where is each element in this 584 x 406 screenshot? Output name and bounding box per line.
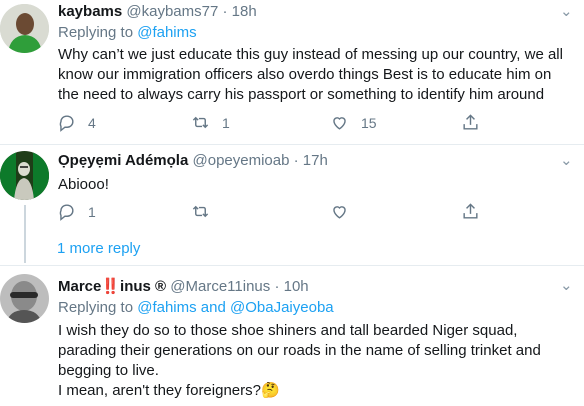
- heart-icon: [333, 117, 346, 130]
- like-count: 15: [361, 114, 377, 131]
- tweet-header: kaybams @kaybams77 · 18h: [58, 3, 257, 20]
- retweet-icon: [192, 116, 209, 129]
- timestamp[interactable]: 10h: [284, 278, 309, 295]
- chevron-down-icon[interactable]: ⌄: [560, 151, 573, 169]
- reply-count: 4: [88, 114, 96, 131]
- tweet-header: Marce‼️inus ® @Marce11inus · 10h: [58, 277, 309, 295]
- tweet-line: Why can’t we just educate this guy inste…: [58, 46, 563, 63]
- mention-link[interactable]: @ObaJaiyeoba: [230, 299, 334, 316]
- avatar[interactable]: [0, 274, 49, 323]
- handle[interactable]: @Marce11inus: [170, 278, 270, 295]
- reply-button[interactable]: 4: [57, 113, 96, 132]
- tweet-line: I wish they do so to those shoe shiners …: [58, 322, 518, 339]
- replying-prefix: Replying to: [58, 24, 138, 41]
- tweet-header: Ọpẹyẹmi Adémọla @opeyemioab · 17h: [58, 152, 328, 169]
- tweet-actions: 4 1 15: [57, 113, 480, 133]
- share-icon: [463, 114, 478, 130]
- tweet-text: Why can’t we just educate this guy inste…: [58, 45, 578, 105]
- handle[interactable]: @kaybams77: [126, 3, 218, 20]
- chevron-down-icon[interactable]: ⌄: [560, 276, 573, 294]
- retweet-button[interactable]: [191, 202, 210, 221]
- replying-to: Replying to @fahims: [58, 24, 197, 41]
- reply-icon: [59, 115, 74, 132]
- tweet-actions: 1: [57, 202, 480, 222]
- tweet-line: Abiooo!: [58, 176, 109, 193]
- tweet-line: parading their generations on our roads …: [58, 342, 541, 359]
- reply-count: 1: [88, 203, 96, 220]
- display-name[interactable]: kaybams: [58, 3, 122, 20]
- more-replies-link[interactable]: 1 more reply: [57, 240, 140, 257]
- tweet-text: Abiooo!: [58, 175, 109, 195]
- reply-icon: [59, 204, 74, 221]
- double-exclamation-emoji: ‼️: [101, 278, 121, 295]
- tweet-kaybams[interactable]: kaybams @kaybams77 · 18h ⌄ Replying to @…: [0, 0, 584, 144]
- tweet-opeyemi[interactable]: Ọpẹyẹmi Adémọla @opeyemioab · 17h ⌄ Abio…: [0, 145, 584, 265]
- thread-line: [24, 205, 26, 263]
- like-button[interactable]: 15: [330, 113, 377, 132]
- avatar[interactable]: [0, 4, 49, 53]
- avatar[interactable]: [0, 151, 49, 200]
- retweet-icon: [192, 205, 209, 218]
- timestamp[interactable]: 17h: [303, 152, 328, 169]
- name-part: inus ®: [120, 278, 167, 295]
- tweet-text: I wish they do so to those shoe shiners …: [58, 321, 578, 401]
- display-name[interactable]: Marce‼️inus ®: [58, 278, 166, 295]
- separator: ·: [274, 278, 280, 295]
- replying-to: Replying to @fahims and @ObaJaiyeoba: [58, 299, 334, 316]
- like-button[interactable]: [330, 202, 349, 221]
- retweet-count: 1: [222, 114, 230, 131]
- timestamp[interactable]: 18h: [232, 3, 257, 20]
- tweet-line: know our immigration officers also overd…: [58, 66, 552, 83]
- mention-link[interactable]: @fahims: [137, 24, 196, 41]
- heart-icon: [333, 206, 346, 219]
- reply-button[interactable]: 1: [57, 202, 96, 221]
- share-icon: [463, 203, 478, 219]
- share-button[interactable]: [461, 202, 480, 221]
- separator: ·: [293, 152, 299, 169]
- replying-and: and: [196, 299, 231, 316]
- replying-prefix: Replying to: [58, 299, 138, 316]
- tweet-line: I mean, aren't they foreigners?🤔: [58, 382, 280, 399]
- chevron-down-icon[interactable]: ⌄: [560, 2, 573, 20]
- mention-link[interactable]: @fahims: [137, 299, 196, 316]
- handle[interactable]: @opeyemioab: [193, 152, 290, 169]
- share-button[interactable]: [461, 113, 480, 132]
- name-part: Marce: [58, 278, 102, 295]
- tweet-line: begging to live.: [58, 362, 159, 379]
- retweet-button[interactable]: 1: [191, 113, 230, 132]
- tweet-line: the need to always carry his passport or…: [58, 86, 545, 103]
- tweet-marce11inus[interactable]: Marce‼️inus ® @Marce11inus · 10h ⌄ Reply…: [0, 266, 584, 406]
- separator: ·: [222, 3, 228, 20]
- display-name[interactable]: Ọpẹyẹmi Adémọla: [58, 152, 188, 169]
